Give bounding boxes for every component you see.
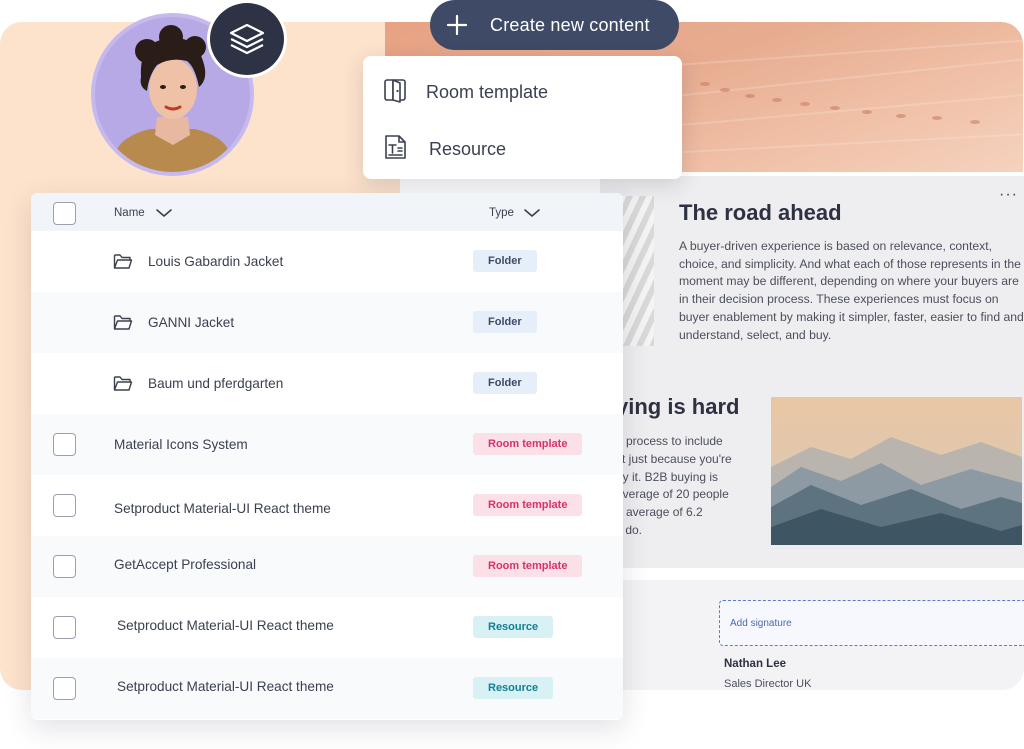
row-checkbox[interactable] <box>53 555 76 578</box>
type-badge-folder: Folder <box>473 311 537 333</box>
table-header: Name Type <box>31 193 623 231</box>
add-signature-label: Add signature <box>730 618 792 629</box>
row-name: GANNI Jacket <box>148 315 235 330</box>
chevron-down-icon[interactable] <box>523 207 541 219</box>
column-header-type[interactable]: Type <box>489 207 514 219</box>
table-row[interactable]: Louis Gabardin Jacket Folder <box>31 231 623 292</box>
table-row[interactable]: Material Icons System Room template <box>31 414 623 475</box>
row-checkbox[interactable] <box>53 616 76 639</box>
column-header-name[interactable]: Name <box>114 207 145 219</box>
select-all-checkbox[interactable] <box>53 202 76 225</box>
content-table: Name Type Louis Gabardin Jacket Folder G… <box>31 193 623 720</box>
menu-item-room-template[interactable]: Room template <box>363 60 682 116</box>
layers-button[interactable] <box>207 0 287 78</box>
add-signature-field[interactable]: Add signature <box>719 600 1024 646</box>
table-row[interactable]: Baum und pferdgarten Folder <box>31 353 623 414</box>
type-badge-folder: Folder <box>473 250 537 272</box>
table-row[interactable]: GetAccept Professional Room template <box>31 536 623 597</box>
section-title-partial: ying is hard <box>616 394 740 419</box>
document-icon <box>385 135 406 159</box>
table-row[interactable]: Setproduct Material-UI React theme Resou… <box>31 658 623 719</box>
menu-item-label: Resource <box>429 139 507 159</box>
folder-icon <box>113 376 133 391</box>
row-name: Setproduct Material-UI React theme <box>117 618 334 633</box>
create-content-menu: Room template Resource <box>363 56 682 179</box>
row-checkbox[interactable] <box>53 494 76 517</box>
type-badge-room-template: Room template <box>473 494 583 516</box>
menu-item-label: Room template <box>426 82 549 102</box>
more-menu-icon[interactable]: ··· <box>999 186 1018 204</box>
folder-icon <box>113 254 133 269</box>
table-row[interactable]: GANNI Jacket Folder <box>31 292 623 353</box>
row-name: Baum und pferdgarten <box>148 376 284 391</box>
row-name: GetAccept Professional <box>114 557 257 572</box>
row-name: Setproduct Material-UI React theme <box>114 501 331 516</box>
section-title: The road ahead <box>679 200 842 225</box>
type-badge-resource: Resource <box>473 677 554 699</box>
door-icon <box>384 79 406 103</box>
section-body: A buyer-driven experience is based on re… <box>679 239 1024 342</box>
plus-icon <box>446 14 468 36</box>
table-row[interactable]: Setproduct Material-UI React theme Resou… <box>31 597 623 658</box>
layers-icon <box>229 23 265 55</box>
row-name: Material Icons System <box>114 437 248 452</box>
type-badge-folder: Folder <box>473 372 537 394</box>
row-name: Louis Gabardin Jacket <box>148 254 284 269</box>
row-checkbox[interactable] <box>53 677 76 700</box>
row-checkbox[interactable] <box>53 433 76 456</box>
mountains-image <box>771 397 1022 545</box>
type-badge-room-template: Room template <box>473 433 583 455</box>
folder-icon <box>113 315 133 330</box>
type-badge-resource: Resource <box>473 616 554 638</box>
section-body-partial: g process to include st just because you… <box>616 434 732 537</box>
menu-item-resource[interactable]: Resource <box>363 117 682 173</box>
create-new-content-label: Create new content <box>490 15 650 35</box>
create-new-content-button[interactable]: Create new content <box>430 0 679 50</box>
type-badge-room-template: Room template <box>473 555 583 577</box>
signer-name: Nathan Lee <box>724 658 786 670</box>
chevron-down-icon[interactable] <box>155 207 173 219</box>
signer-role: Sales Director UK <box>724 678 812 690</box>
row-name: Setproduct Material-UI React theme <box>117 679 334 694</box>
table-row[interactable]: Setproduct Material-UI React theme Room … <box>31 475 623 536</box>
